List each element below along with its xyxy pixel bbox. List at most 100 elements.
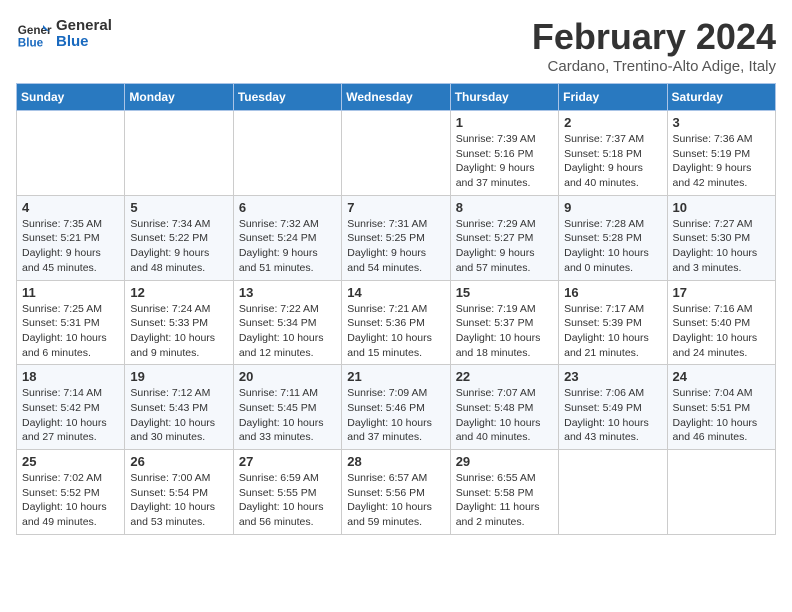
day-number: 18	[22, 369, 119, 384]
day-number: 10	[673, 200, 770, 215]
day-number: 8	[456, 200, 553, 215]
day-cell	[125, 111, 233, 196]
day-info: Sunrise: 7:21 AM Sunset: 5:36 PM Dayligh…	[347, 302, 444, 361]
day-number: 24	[673, 369, 770, 384]
day-info: Sunrise: 6:59 AM Sunset: 5:55 PM Dayligh…	[239, 471, 336, 530]
day-info: Sunrise: 7:39 AM Sunset: 5:16 PM Dayligh…	[456, 132, 553, 191]
day-cell: 20 Sunrise: 7:11 AM Sunset: 5:45 PM Dayli…	[233, 365, 341, 450]
day-number: 17	[673, 285, 770, 300]
day-cell: 15 Sunrise: 7:19 AM Sunset: 5:37 PM Dayli…	[450, 280, 558, 365]
day-number: 3	[673, 115, 770, 130]
day-cell: 21 Sunrise: 7:09 AM Sunset: 5:46 PM Dayli…	[342, 365, 450, 450]
day-cell: 29Sunrise: 6:55 AM Sunset: 5:58 PM Dayli…	[450, 450, 558, 535]
column-header-friday: Friday	[559, 84, 667, 111]
day-cell: 19 Sunrise: 7:12 AM Sunset: 5:43 PM Dayli…	[125, 365, 233, 450]
day-info: Sunrise: 7:19 AM Sunset: 5:37 PM Dayligh…	[456, 302, 553, 361]
day-cell	[667, 450, 775, 535]
week-row-4: 18 Sunrise: 7:14 AM Sunset: 5:42 PM Dayli…	[17, 365, 776, 450]
day-number: 12	[130, 285, 227, 300]
column-header-saturday: Saturday	[667, 84, 775, 111]
day-cell: 3 Sunrise: 7:36 AM Sunset: 5:19 PM Daylig…	[667, 111, 775, 196]
day-cell: 23 Sunrise: 7:06 AM Sunset: 5:49 PM Dayli…	[559, 365, 667, 450]
day-cell: 24 Sunrise: 7:04 AM Sunset: 5:51 PM Dayli…	[667, 365, 775, 450]
day-number: 11	[22, 285, 119, 300]
day-cell: 7 Sunrise: 7:31 AM Sunset: 5:25 PM Daylig…	[342, 195, 450, 280]
day-number: 7	[347, 200, 444, 215]
day-cell: 10 Sunrise: 7:27 AM Sunset: 5:30 PM Dayli…	[667, 195, 775, 280]
day-number: 22	[456, 369, 553, 384]
day-cell	[17, 111, 125, 196]
day-number: 19	[130, 369, 227, 384]
svg-text:Blue: Blue	[18, 37, 44, 50]
logo: General Blue General Blue	[16, 16, 112, 52]
day-cell: 22 Sunrise: 7:07 AM Sunset: 5:48 PM Dayli…	[450, 365, 558, 450]
day-cell	[559, 450, 667, 535]
day-info: Sunrise: 7:04 AM Sunset: 5:51 PM Dayligh…	[673, 386, 770, 445]
day-cell: 16Sunrise: 7:17 AM Sunset: 5:39 PM Dayli…	[559, 280, 667, 365]
day-cell: 26 Sunrise: 7:00 AM Sunset: 5:54 PM Dayli…	[125, 450, 233, 535]
day-info: Sunrise: 7:34 AM Sunset: 5:22 PM Dayligh…	[130, 217, 227, 276]
day-info: Sunrise: 7:22 AM Sunset: 5:34 PM Dayligh…	[239, 302, 336, 361]
day-info: Sunrise: 7:36 AM Sunset: 5:19 PM Dayligh…	[673, 132, 770, 191]
day-number: 14	[347, 285, 444, 300]
day-info: Sunrise: 7:14 AM Sunset: 5:42 PM Dayligh…	[22, 386, 119, 445]
day-number: 25	[22, 454, 119, 469]
week-row-2: 4 Sunrise: 7:35 AM Sunset: 5:21 PM Daylig…	[17, 195, 776, 280]
day-info: Sunrise: 7:06 AM Sunset: 5:49 PM Dayligh…	[564, 386, 661, 445]
day-cell: 27 Sunrise: 6:59 AM Sunset: 5:55 PM Dayli…	[233, 450, 341, 535]
logo-icon: General Blue	[16, 16, 52, 52]
column-header-wednesday: Wednesday	[342, 84, 450, 111]
day-number: 29	[456, 454, 553, 469]
day-info: Sunrise: 7:32 AM Sunset: 5:24 PM Dayligh…	[239, 217, 336, 276]
title-area: February 2024 Cardano, Trentino-Alto Adi…	[532, 16, 776, 75]
day-cell: 6 Sunrise: 7:32 AM Sunset: 5:24 PM Daylig…	[233, 195, 341, 280]
day-info: Sunrise: 7:16 AM Sunset: 5:40 PM Dayligh…	[673, 302, 770, 361]
day-info: Sunrise: 7:35 AM Sunset: 5:21 PM Dayligh…	[22, 217, 119, 276]
logo-general: General	[56, 18, 112, 35]
week-row-1: 1 Sunrise: 7:39 AM Sunset: 5:16 PM Daylig…	[17, 111, 776, 196]
day-number: 26	[130, 454, 227, 469]
day-info: Sunrise: 7:37 AM Sunset: 5:18 PM Dayligh…	[564, 132, 661, 191]
day-number: 6	[239, 200, 336, 215]
day-info: Sunrise: 7:00 AM Sunset: 5:54 PM Dayligh…	[130, 471, 227, 530]
day-info: Sunrise: 7:09 AM Sunset: 5:46 PM Dayligh…	[347, 386, 444, 445]
day-cell: 5 Sunrise: 7:34 AM Sunset: 5:22 PM Daylig…	[125, 195, 233, 280]
day-cell	[342, 111, 450, 196]
calendar-header-row: SundayMondayTuesdayWednesdayThursdayFrid…	[17, 84, 776, 111]
day-cell: 14 Sunrise: 7:21 AM Sunset: 5:36 PM Dayli…	[342, 280, 450, 365]
day-number: 4	[22, 200, 119, 215]
day-info: Sunrise: 6:57 AM Sunset: 5:56 PM Dayligh…	[347, 471, 444, 530]
day-number: 15	[456, 285, 553, 300]
calendar-subtitle: Cardano, Trentino-Alto Adige, Italy	[532, 58, 776, 75]
day-number: 1	[456, 115, 553, 130]
day-cell: 2 Sunrise: 7:37 AM Sunset: 5:18 PM Daylig…	[559, 111, 667, 196]
day-cell: 8Sunrise: 7:29 AM Sunset: 5:27 PM Daylig…	[450, 195, 558, 280]
column-header-sunday: Sunday	[17, 84, 125, 111]
day-number: 2	[564, 115, 661, 130]
day-number: 9	[564, 200, 661, 215]
column-header-tuesday: Tuesday	[233, 84, 341, 111]
day-number: 28	[347, 454, 444, 469]
day-cell	[233, 111, 341, 196]
day-info: Sunrise: 7:07 AM Sunset: 5:48 PM Dayligh…	[456, 386, 553, 445]
day-cell: 25Sunrise: 7:02 AM Sunset: 5:52 PM Dayli…	[17, 450, 125, 535]
day-number: 21	[347, 369, 444, 384]
day-info: Sunrise: 7:28 AM Sunset: 5:28 PM Dayligh…	[564, 217, 661, 276]
day-cell: 18 Sunrise: 7:14 AM Sunset: 5:42 PM Dayli…	[17, 365, 125, 450]
day-number: 27	[239, 454, 336, 469]
day-info: Sunrise: 7:25 AM Sunset: 5:31 PM Dayligh…	[22, 302, 119, 361]
logo-blue: Blue	[56, 34, 112, 51]
day-info: Sunrise: 7:12 AM Sunset: 5:43 PM Dayligh…	[130, 386, 227, 445]
week-row-5: 25Sunrise: 7:02 AM Sunset: 5:52 PM Dayli…	[17, 450, 776, 535]
day-cell: 9 Sunrise: 7:28 AM Sunset: 5:28 PM Daylig…	[559, 195, 667, 280]
day-info: Sunrise: 7:31 AM Sunset: 5:25 PM Dayligh…	[347, 217, 444, 276]
day-number: 20	[239, 369, 336, 384]
day-cell: 12Sunrise: 7:24 AM Sunset: 5:33 PM Dayli…	[125, 280, 233, 365]
calendar-title: February 2024	[532, 16, 776, 58]
day-info: Sunrise: 7:11 AM Sunset: 5:45 PM Dayligh…	[239, 386, 336, 445]
day-info: Sunrise: 7:27 AM Sunset: 5:30 PM Dayligh…	[673, 217, 770, 276]
day-number: 5	[130, 200, 227, 215]
day-number: 23	[564, 369, 661, 384]
day-cell: 28 Sunrise: 6:57 AM Sunset: 5:56 PM Dayli…	[342, 450, 450, 535]
header: General Blue General Blue February 2024 …	[16, 16, 776, 75]
